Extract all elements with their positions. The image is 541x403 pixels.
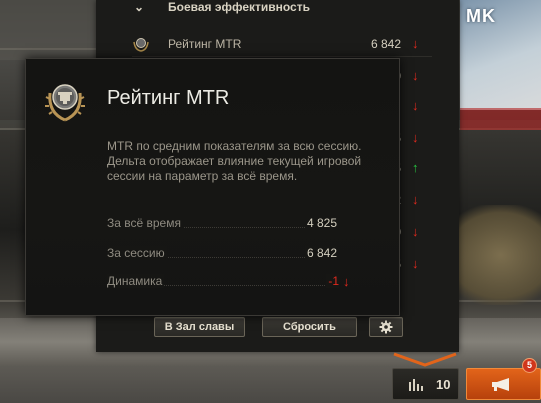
battles-count: 10 — [436, 377, 451, 392]
settings-button[interactable] — [369, 317, 403, 337]
trend-up-icon: ↑ — [412, 160, 419, 175]
tooltip-title: Рейтинг MTR — [107, 87, 230, 109]
hall-of-fame-button[interactable]: В Зал славы — [154, 317, 245, 337]
session-stats-button[interactable]: 10 — [392, 368, 459, 400]
trend-down-icon: ↓ — [412, 224, 419, 239]
row-value: -1 — [326, 274, 339, 288]
stat-label: Рейтинг MTR — [168, 37, 242, 51]
section-title: Боевая эффективность — [168, 0, 310, 14]
stat-row-mtr[interactable]: Рейтинг MTR 6 842 ↓ — [96, 34, 459, 54]
row-label: За всё время — [107, 216, 183, 230]
poster-text: MK — [466, 6, 496, 26]
mtr-rating-badge-icon — [45, 84, 85, 122]
trend-down-icon: ↓ — [412, 192, 419, 207]
mtr-tooltip: Рейтинг MTR MTR по средним показателям з… — [25, 58, 400, 316]
trend-down-icon: ↓ — [412, 256, 419, 271]
gear-icon — [379, 320, 393, 334]
trend-down-icon: ↓ — [412, 68, 419, 83]
tooltip-description: MTR по средним показателям за всю сессию… — [107, 139, 362, 183]
mtr-badge-icon — [133, 38, 149, 52]
chevron-down-icon: ⌄ — [134, 0, 145, 14]
trend-down-icon: ↓ — [412, 98, 419, 113]
reset-button[interactable]: Сбросить — [262, 317, 357, 337]
tooltip-row-session: За сессию 6 842 — [107, 246, 367, 262]
row-label: Динамика — [107, 274, 165, 288]
trend-down-icon: ↓ — [412, 130, 419, 145]
bar-chart-icon — [409, 379, 423, 391]
trend-down-icon: ↓ — [343, 274, 350, 289]
section-header[interactable]: ⌄ Боевая эффективность — [96, 0, 459, 18]
notification-count-badge: 5 — [522, 358, 537, 373]
megaphone-icon — [492, 378, 509, 391]
tooltip-row-all-time: За всё время 4 825 — [107, 216, 367, 232]
tooltip-row-dynamics: Динамика -1 ↓ — [107, 274, 367, 290]
trend-down-icon: ↓ — [412, 36, 419, 51]
row-value: 6 842 — [304, 246, 337, 260]
row-label: За сессию — [107, 246, 167, 260]
stat-value: 6 842 — [370, 37, 401, 51]
bottom-bar: 10 — [0, 366, 541, 403]
row-value: 4 825 — [304, 216, 337, 230]
